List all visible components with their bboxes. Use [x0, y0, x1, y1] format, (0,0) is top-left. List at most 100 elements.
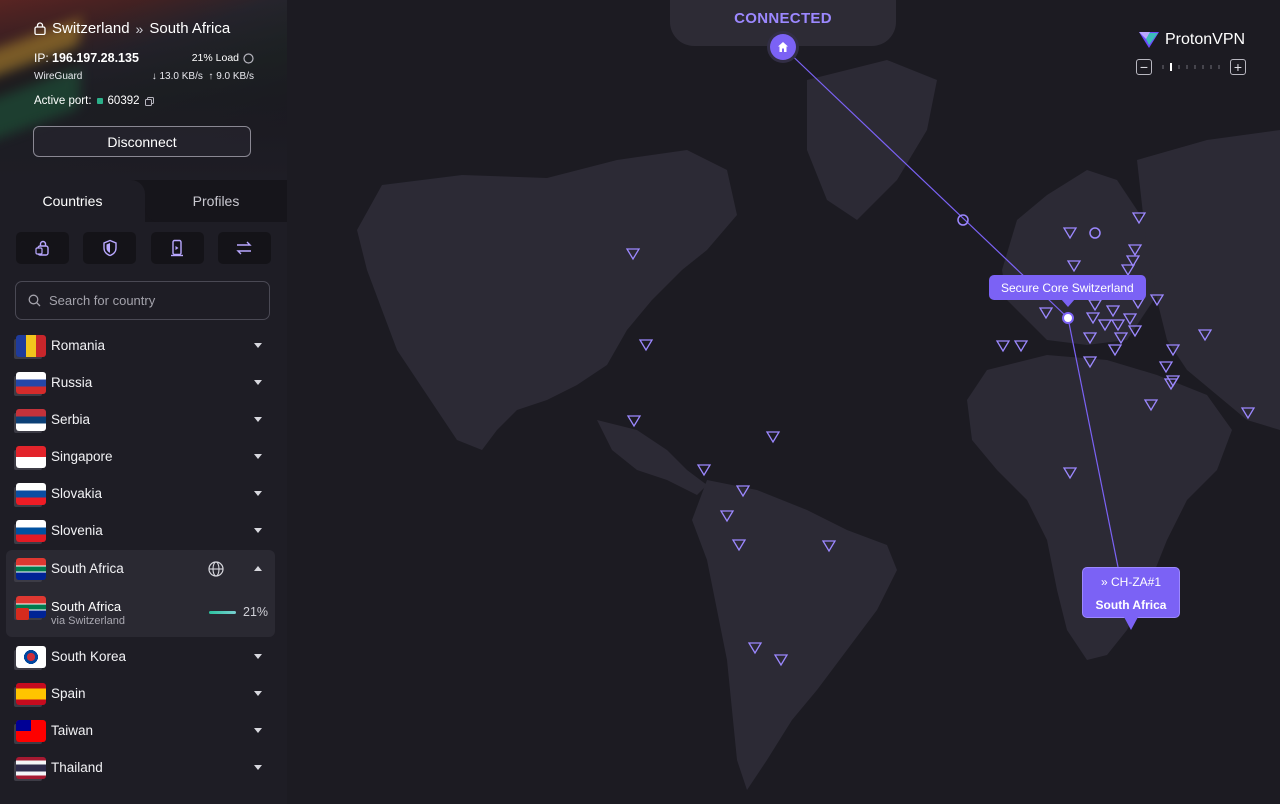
download-arrow-icon: ↓ [151, 71, 157, 82]
chevron-down-icon[interactable] [254, 765, 262, 770]
filter-streaming[interactable] [150, 232, 204, 264]
protocol: WireGuard [34, 71, 83, 82]
switzerland-flag-icon [16, 608, 29, 620]
country-name: Romania [51, 338, 106, 353]
country-row-singapore[interactable]: Singapore [6, 438, 274, 475]
country-row-spain[interactable]: Spain [6, 675, 274, 712]
load-bar [209, 611, 236, 614]
chevron-down-icon[interactable] [254, 691, 262, 696]
streaming-icon [171, 239, 184, 257]
upload-arrow-icon: ↑ [208, 71, 214, 82]
world-map[interactable] [287, 0, 1280, 804]
filter-secure-core[interactable] [16, 232, 69, 264]
search-input[interactable]: Search for country [15, 281, 270, 320]
connection-status: CONNECTED [734, 10, 832, 27]
country-row-serbia[interactable]: Serbia [6, 401, 274, 438]
disconnect-button[interactable]: Disconnect [33, 126, 251, 157]
country-name: Russia [51, 375, 93, 390]
chevron-down-icon[interactable] [254, 343, 262, 348]
load-ring-icon [243, 52, 254, 64]
home-icon [778, 42, 788, 52]
country-row-taiwan[interactable]: Taiwan [6, 712, 274, 749]
slovenia-flag-icon [16, 519, 46, 542]
chevron-down-icon[interactable] [254, 528, 262, 533]
chevron-down-icon[interactable] [254, 728, 262, 733]
south-africa-flag-icon [16, 557, 46, 580]
tab-profiles[interactable]: Profiles [145, 180, 287, 222]
server-name: CH-ZA#1 [1111, 575, 1162, 589]
country-name: Taiwan [51, 723, 94, 738]
entry-server-tooltip[interactable]: Secure Core Switzerland [989, 275, 1146, 300]
ip-label: IP: [34, 51, 49, 65]
p2p-icon [236, 241, 253, 255]
zoom-slider[interactable] [1160, 63, 1224, 71]
protonvpn-logo: ProtonVPN [1138, 30, 1245, 50]
south-korea-flag-icon [16, 645, 46, 668]
protonvpn-logo-icon [1139, 32, 1159, 48]
chevron-down-icon[interactable] [254, 454, 262, 459]
shield-icon [103, 239, 117, 257]
tooltip-pointer [1124, 617, 1138, 630]
country-name: Singapore [51, 449, 113, 464]
exit-country: South Africa [149, 20, 231, 37]
server-via: via Switzerland [51, 615, 125, 627]
search-icon [28, 294, 41, 307]
home-button[interactable] [770, 34, 796, 60]
country-row-romania[interactable]: Romania [6, 327, 274, 364]
chevron-down-icon[interactable] [254, 417, 262, 422]
connection-route: Switzerland » South Africa [34, 20, 230, 37]
feature-filters [16, 232, 271, 264]
singapore-flag-icon [16, 445, 46, 468]
russia-flag-icon [16, 371, 46, 394]
country-row-thailand[interactable]: Thailand [6, 749, 274, 786]
country-name: Serbia [51, 412, 91, 427]
filter-netshield[interactable] [83, 232, 137, 264]
country-name: Slovakia [51, 486, 103, 501]
slovakia-flag-icon [16, 482, 46, 505]
filter-p2p[interactable] [217, 232, 271, 264]
serbia-flag-icon [16, 408, 46, 431]
protocol-row: WireGuard ↓ 13.0 KB/s ↑ 9.0 KB/s [34, 71, 254, 82]
chevron-down-icon[interactable] [254, 654, 262, 659]
port-row: Active port: 60392 [34, 95, 154, 107]
chevron-down-icon[interactable] [254, 491, 262, 496]
country-name: Slovenia [51, 523, 103, 538]
zoom-in-button[interactable]: + [1230, 59, 1246, 75]
tooltip-pointer [1061, 299, 1075, 307]
country-row-slovakia[interactable]: Slovakia [6, 475, 274, 512]
ip-row: IP: 196.197.28.135 21% Load [34, 51, 254, 65]
copy-icon[interactable] [144, 96, 154, 106]
chevron-up-icon[interactable] [254, 566, 262, 571]
globe-icon[interactable] [208, 560, 224, 577]
server-country: South Africa [51, 599, 122, 614]
secure-core-icon [34, 240, 49, 256]
brand-name: ProtonVPN [1165, 31, 1246, 48]
romania-flag-icon [16, 334, 46, 357]
double-chevron-icon: » [1100, 575, 1108, 589]
taiwan-flag-icon [16, 719, 46, 742]
port-label: Active port: [34, 95, 92, 107]
country-row-russia[interactable]: Russia [6, 364, 274, 401]
zoom-out-button[interactable]: − [1136, 59, 1152, 75]
country-row-south-korea[interactable]: South Korea [6, 638, 274, 675]
tab-bar: Countries Profiles [0, 180, 287, 222]
exit-server-tooltip[interactable]: » CH-ZA#1 South Africa [1082, 567, 1180, 618]
server-country-label: South Africa [1095, 598, 1167, 612]
secure-core-icon [34, 22, 46, 35]
zoom-control: − + [1136, 59, 1247, 77]
thailand-flag-icon [16, 756, 46, 779]
download-speed: 13.0 KB/s [159, 71, 203, 82]
chevron-down-icon[interactable] [254, 380, 262, 385]
server-load: 21% Load [191, 52, 239, 64]
country-name: Thailand [51, 760, 103, 775]
country-row-south-africa[interactable]: South Africa [6, 550, 274, 587]
country-name: South Korea [51, 649, 127, 664]
load-percent: 21% [243, 605, 269, 619]
double-chevron-icon: » [135, 20, 144, 37]
port-status-icon [96, 98, 103, 104]
entry-country: Switzerland [52, 20, 130, 37]
ip-address: 196.197.28.135 [52, 51, 139, 65]
country-row-slovenia[interactable]: Slovenia [6, 512, 274, 549]
tab-countries[interactable]: Countries [0, 180, 145, 222]
country-name: Spain [51, 686, 86, 701]
